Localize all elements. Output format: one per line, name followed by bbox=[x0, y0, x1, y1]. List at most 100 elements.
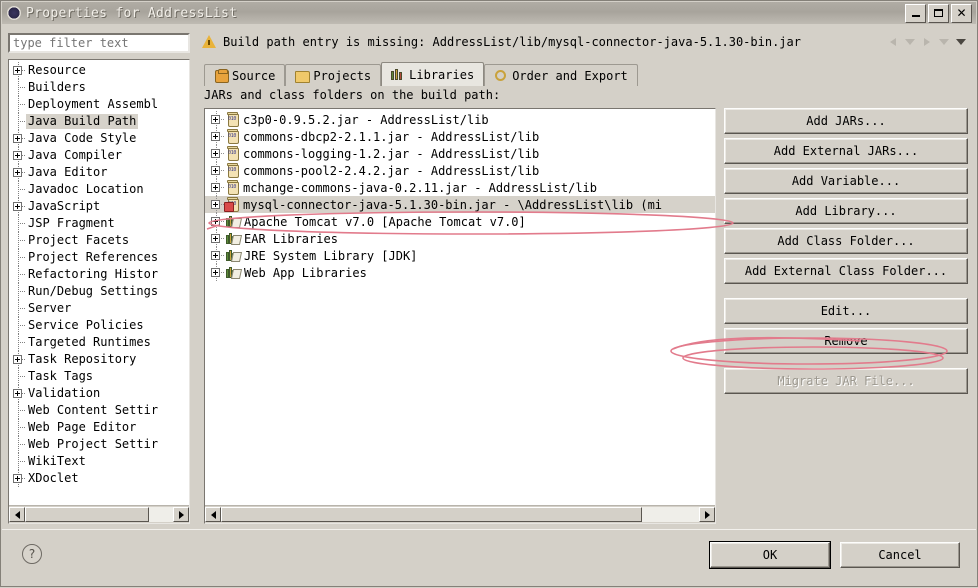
sidebar-item-service-policies[interactable]: Service Policies bbox=[9, 317, 189, 334]
tree-guide-icon bbox=[12, 249, 26, 266]
list-scroll-right-button[interactable] bbox=[699, 507, 715, 522]
back-arrow-icon[interactable] bbox=[886, 35, 900, 49]
sidebar-item-web-project-settir[interactable]: Web Project Settir bbox=[9, 436, 189, 453]
expand-toggle-icon[interactable] bbox=[12, 147, 26, 164]
sidebar-item-targeted-runtimes[interactable]: Targeted Runtimes bbox=[9, 334, 189, 351]
expand-toggle-icon[interactable] bbox=[209, 111, 225, 128]
order-export-icon bbox=[494, 69, 508, 82]
filter-input[interactable] bbox=[8, 33, 190, 53]
tab-order-and-export[interactable]: Order and Export bbox=[484, 64, 638, 86]
expand-toggle-icon[interactable] bbox=[209, 128, 225, 145]
sidebar-item-task-tags[interactable]: Task Tags bbox=[9, 368, 189, 385]
sidebar-item-java-compiler[interactable]: Java Compiler bbox=[9, 147, 189, 164]
expand-toggle-icon[interactable] bbox=[209, 230, 225, 247]
tab-projects[interactable]: Projects bbox=[285, 64, 381, 86]
tree-scroll-right-button[interactable] bbox=[173, 507, 189, 522]
list-item-label: c3p0-0.9.5.2.jar - AddressList/lib bbox=[243, 113, 489, 127]
list-item[interactable]: Web App Libraries bbox=[205, 264, 715, 281]
sidebar-item-javadoc-location[interactable]: Javadoc Location bbox=[9, 181, 189, 198]
expand-toggle-icon[interactable] bbox=[209, 196, 225, 213]
expand-toggle-icon[interactable] bbox=[12, 198, 26, 215]
sidebar-item-web-page-editor[interactable]: Web Page Editor bbox=[9, 419, 189, 436]
sidebar-item-wikitext[interactable]: WikiText bbox=[9, 453, 189, 470]
list-item[interactable]: EAR Libraries bbox=[205, 230, 715, 247]
list-item[interactable]: 010c3p0-0.9.5.2.jar - AddressList/lib bbox=[205, 111, 715, 128]
edit-button[interactable]: Edit... bbox=[724, 298, 968, 324]
sidebar-item-server[interactable]: Server bbox=[9, 300, 189, 317]
add-library-button[interactable]: Add Library... bbox=[724, 198, 968, 224]
settings-tree[interactable]: ResourceBuildersDeployment AssemblJava B… bbox=[8, 59, 190, 524]
sidebar-item-java-code-style[interactable]: Java Code Style bbox=[9, 130, 189, 147]
list-item-label: commons-logging-1.2.jar - AddressList/li… bbox=[243, 147, 539, 161]
maximize-button[interactable] bbox=[928, 4, 949, 23]
close-button[interactable]: ✕ bbox=[951, 4, 972, 23]
sidebar-item-validation[interactable]: Validation bbox=[9, 385, 189, 402]
sidebar-item-jsp-fragment[interactable]: JSP Fragment bbox=[9, 215, 189, 232]
list-scroll-track[interactable] bbox=[221, 507, 699, 522]
tab-libraries[interactable]: Libraries bbox=[381, 62, 484, 86]
expand-toggle-icon[interactable] bbox=[12, 164, 26, 181]
tree-scroll-left-button[interactable] bbox=[9, 507, 25, 522]
sidebar-item-refactoring-histor[interactable]: Refactoring Histor bbox=[9, 266, 189, 283]
add-class-folder-button[interactable]: Add Class Folder... bbox=[724, 228, 968, 254]
sidebar-item-label: Web Project Settir bbox=[26, 437, 160, 452]
forward-arrow-icon[interactable] bbox=[920, 35, 934, 49]
expand-toggle-icon[interactable] bbox=[12, 470, 26, 487]
list-item[interactable]: Apache Tomcat v7.0 [Apache Tomcat v7.0] bbox=[205, 213, 715, 230]
expand-toggle-icon[interactable] bbox=[209, 162, 225, 179]
list-item[interactable]: 010commons-pool2-2.4.2.jar - AddressList… bbox=[205, 162, 715, 179]
expand-toggle-icon[interactable] bbox=[12, 62, 26, 79]
sidebar-item-resource[interactable]: Resource bbox=[9, 62, 189, 79]
sidebar-item-run-debug-settings[interactable]: Run/Debug Settings bbox=[9, 283, 189, 300]
list-item[interactable]: JRE System Library [JDK] bbox=[205, 247, 715, 264]
tree-scroll-track[interactable] bbox=[25, 507, 173, 522]
expand-toggle-icon[interactable] bbox=[209, 264, 225, 281]
sidebar-item-deployment-assembl[interactable]: Deployment Assembl bbox=[9, 96, 189, 113]
list-scroll-thumb[interactable] bbox=[221, 507, 642, 522]
view-menu-icon[interactable] bbox=[954, 35, 968, 49]
cancel-button[interactable]: Cancel bbox=[840, 542, 960, 568]
expand-toggle-icon[interactable] bbox=[209, 213, 225, 230]
sidebar-item-builders[interactable]: Builders bbox=[9, 79, 189, 96]
remove-button[interactable]: Remove bbox=[724, 328, 968, 354]
sidebar-item-java-editor[interactable]: Java Editor bbox=[9, 164, 189, 181]
add-variable-button[interactable]: Add Variable... bbox=[724, 168, 968, 194]
window-controls: ✕ bbox=[905, 4, 974, 23]
tree-guide-icon bbox=[12, 79, 26, 96]
add-jars-button[interactable]: Add JARs... bbox=[724, 108, 968, 134]
forward-dropdown-icon[interactable] bbox=[937, 35, 951, 49]
list-item[interactable]: 010commons-logging-1.2.jar - AddressList… bbox=[205, 145, 715, 162]
tab-label: Source bbox=[232, 69, 275, 83]
sidebar-item-web-content-settir[interactable]: Web Content Settir bbox=[9, 402, 189, 419]
dialog-buttons: OK Cancel bbox=[710, 542, 960, 568]
sidebar-item-project-references[interactable]: Project References bbox=[9, 249, 189, 266]
expand-toggle-icon[interactable] bbox=[12, 385, 26, 402]
back-dropdown-icon[interactable] bbox=[903, 35, 917, 49]
tree-guide-icon bbox=[12, 300, 26, 317]
sidebar-item-xdoclet[interactable]: XDoclet bbox=[9, 470, 189, 487]
add-external-class-folder-button[interactable]: Add External Class Folder... bbox=[724, 258, 968, 284]
expand-toggle-icon[interactable] bbox=[209, 179, 225, 196]
tree-scroll-thumb[interactable] bbox=[25, 507, 149, 522]
sidebar-item-javascript[interactable]: JavaScript bbox=[9, 198, 189, 215]
add-external-jars-button[interactable]: Add External JARs... bbox=[724, 138, 968, 164]
list-item[interactable]: 010commons-dbcp2-2.1.1.jar - AddressList… bbox=[205, 128, 715, 145]
tree-horizontal-scrollbar[interactable] bbox=[9, 505, 189, 523]
list-item[interactable]: 010mchange-commons-java-0.2.11.jar - Add… bbox=[205, 179, 715, 196]
expand-toggle-icon[interactable] bbox=[209, 247, 225, 264]
expand-toggle-icon[interactable] bbox=[209, 145, 225, 162]
tab-source[interactable]: Source bbox=[204, 64, 285, 86]
ok-button[interactable]: OK bbox=[710, 542, 830, 568]
library-icon bbox=[225, 265, 241, 280]
sidebar-item-task-repository[interactable]: Task Repository bbox=[9, 351, 189, 368]
list-scroll-left-button[interactable] bbox=[205, 507, 221, 522]
build-path-list[interactable]: 010c3p0-0.9.5.2.jar - AddressList/lib010… bbox=[204, 108, 716, 524]
expand-toggle-icon[interactable] bbox=[12, 351, 26, 368]
expand-toggle-icon[interactable] bbox=[12, 130, 26, 147]
minimize-button[interactable] bbox=[905, 4, 926, 23]
sidebar-item-project-facets[interactable]: Project Facets bbox=[9, 232, 189, 249]
list-item[interactable]: 010mysql-connector-java-5.1.30-bin.jar -… bbox=[205, 196, 715, 213]
list-horizontal-scrollbar[interactable] bbox=[205, 505, 715, 523]
sidebar-item-java-build-path[interactable]: Java Build Path bbox=[9, 113, 189, 130]
help-icon[interactable]: ? bbox=[22, 544, 42, 564]
